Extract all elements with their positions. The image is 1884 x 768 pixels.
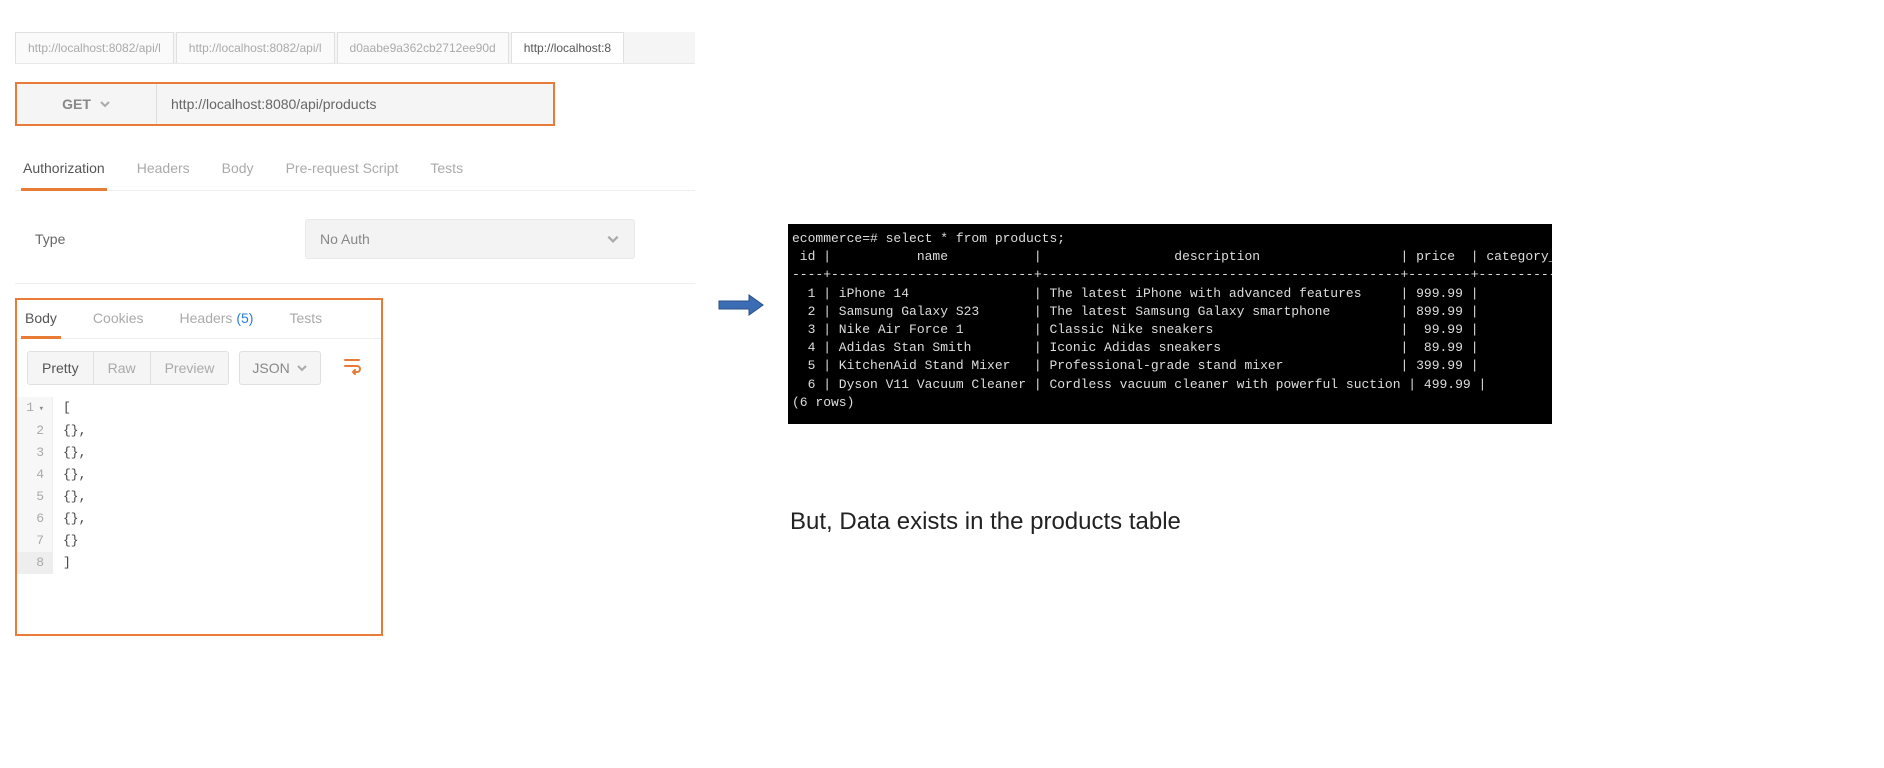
view-mode-group: Pretty Raw Preview <box>27 351 229 385</box>
arrow-icon <box>717 293 765 317</box>
view-raw-button[interactable]: Raw <box>94 352 151 384</box>
annotation-caption: But, Data exists in the products table <box>790 508 1181 536</box>
subtab-tests[interactable]: Tests <box>428 150 465 190</box>
subtab-prerequest[interactable]: Pre-request Script <box>284 150 401 190</box>
response-controls: Pretty Raw Preview JSON <box>17 339 381 397</box>
subtab-authorization[interactable]: Authorization <box>21 150 107 191</box>
auth-type-value: No Auth <box>320 231 370 247</box>
resp-tab-body[interactable]: Body <box>21 300 61 339</box>
chevron-down-icon <box>99 98 111 110</box>
auth-row: Type No Auth <box>15 219 695 284</box>
tab-item[interactable]: http://localhost:8 <box>511 32 624 63</box>
subtab-body[interactable]: Body <box>220 150 256 190</box>
headers-count: (5) <box>236 310 253 326</box>
response-body-code[interactable]: 1 ▾[ 2 {}, 3 {}, 4 {}, 5 {}, 6 {}, 7 {} … <box>17 397 381 574</box>
auth-type-label: Type <box>35 231 305 247</box>
format-label: JSON <box>252 360 289 376</box>
view-preview-button[interactable]: Preview <box>151 352 229 384</box>
api-client-panel: http://localhost:8082/api/l http://local… <box>15 0 695 636</box>
tab-item[interactable]: d0aabe9a362cb2712ee90d <box>337 32 509 63</box>
response-tabs: Body Cookies Headers (5) Tests <box>17 300 381 339</box>
format-select[interactable]: JSON <box>239 351 320 385</box>
auth-type-select[interactable]: No Auth <box>305 219 635 259</box>
wrap-lines-icon[interactable] <box>343 357 371 380</box>
chevron-down-icon <box>296 362 308 374</box>
terminal-output: ecommerce=# select * from products; id |… <box>788 224 1552 424</box>
resp-tab-headers[interactable]: Headers (5) <box>176 300 258 338</box>
tab-item[interactable]: http://localhost:8082/api/l <box>176 32 335 63</box>
request-subtabs: Authorization Headers Body Pre-request S… <box>15 150 695 191</box>
chevron-down-icon <box>606 232 620 246</box>
request-tabs: http://localhost:8082/api/l http://local… <box>15 32 695 64</box>
http-method-label: GET <box>62 96 91 112</box>
subtab-headers[interactable]: Headers <box>135 150 192 190</box>
request-url-input[interactable]: http://localhost:8080/api/products <box>157 84 553 124</box>
view-pretty-button[interactable]: Pretty <box>28 352 94 384</box>
response-panel: Body Cookies Headers (5) Tests Pretty Ra… <box>15 298 383 636</box>
tab-item[interactable]: http://localhost:8082/api/l <box>15 32 174 63</box>
resp-tab-cookies[interactable]: Cookies <box>89 300 148 338</box>
request-row: GET http://localhost:8080/api/products <box>15 82 555 126</box>
http-method-select[interactable]: GET <box>17 84 157 124</box>
resp-tab-tests[interactable]: Tests <box>285 300 326 338</box>
